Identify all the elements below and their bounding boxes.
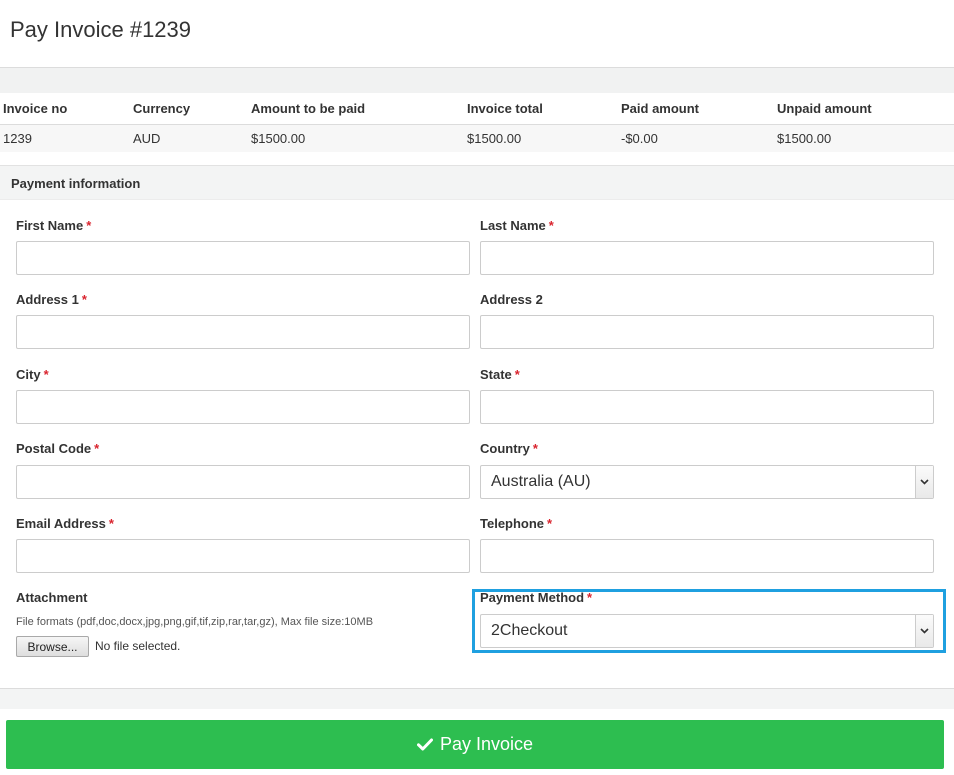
label-text: Address 2 [480,292,543,307]
browse-button[interactable]: Browse... [16,636,89,657]
required-marker: * [82,292,87,307]
country-label: Country* [480,441,538,456]
required-marker: * [515,367,520,382]
header-strip [0,68,954,93]
column-header: Currency [130,93,248,124]
column-header: Amount to be paid [248,93,464,124]
chevron-down-icon[interactable] [915,615,933,647]
label-text: Telephone [480,516,544,531]
pay-invoice-button[interactable]: Pay Invoice [6,720,944,769]
column-header: Invoice total [464,93,618,124]
city-input[interactable] [16,390,470,424]
file-status: No file selected. [95,639,180,653]
country-select[interactable]: Australia (AU) [480,465,934,499]
column-header: Paid amount [618,93,774,124]
table-cell: -$0.00 [618,124,774,152]
last-name-input[interactable] [480,241,934,275]
label-text: Last Name [480,218,546,233]
country-selected-value: Australia (AU) [491,473,591,491]
payment-section-header: Payment information [0,165,954,200]
payment-method-label: Payment Method* [480,590,592,605]
postal-code-input[interactable] [16,465,470,499]
table-row: 1239 AUD $1500.00 $1500.00 -$0.00 $1500.… [0,124,954,152]
table-cell: $1500.00 [464,124,618,152]
table-cell: $1500.00 [774,124,954,152]
required-marker: * [549,218,554,233]
required-marker: * [547,516,552,531]
email-input[interactable] [16,539,470,573]
label-text: Country [480,441,530,456]
required-marker: * [587,590,592,605]
invoice-summary-table: Invoice no Currency Amount to be paid In… [0,93,954,152]
column-header: Unpaid amount [774,93,954,124]
address2-input[interactable] [480,315,934,349]
last-name-label: Last Name* [480,218,554,233]
table-cell: AUD [130,124,248,152]
label-text: Address 1 [16,292,79,307]
attachment-label: Attachment [16,590,88,605]
column-header: Invoice no [0,93,130,124]
attachment-hint: File formats (pdf,doc,docx,jpg,png,gif,t… [16,616,373,628]
table-cell: 1239 [0,124,130,152]
table-cell: $1500.00 [248,124,464,152]
address1-label: Address 1* [16,292,87,307]
spacer [0,152,954,165]
address1-input[interactable] [16,315,470,349]
label-text: Attachment [16,590,88,605]
required-marker: * [533,441,538,456]
label-text: Email Address [16,516,106,531]
page-title: Pay Invoice #1239 [10,17,191,43]
telephone-input[interactable] [480,539,934,573]
section-title: Payment information [11,176,140,191]
footer-strip [0,689,954,709]
pay-invoice-label: Pay Invoice [440,734,533,755]
first-name-label: First Name* [16,218,91,233]
label-text: City [16,367,41,382]
required-marker: * [44,367,49,382]
telephone-label: Telephone* [480,516,552,531]
state-label: State* [480,367,520,382]
check-icon [417,738,433,751]
label-text: Payment Method [480,590,584,605]
email-label: Email Address* [16,516,114,531]
city-label: City* [16,367,49,382]
required-marker: * [109,516,114,531]
required-marker: * [86,218,91,233]
state-input[interactable] [480,390,934,424]
label-text: Postal Code [16,441,91,456]
first-name-input[interactable] [16,241,470,275]
postal-code-label: Postal Code* [16,441,99,456]
chevron-down-icon[interactable] [915,466,933,498]
label-text: State [480,367,512,382]
required-marker: * [94,441,99,456]
payment-method-select[interactable]: 2Checkout [480,614,934,648]
payment-method-selected-value: 2Checkout [491,622,568,640]
label-text: First Name [16,218,83,233]
table-header-row: Invoice no Currency Amount to be paid In… [0,93,954,124]
address2-label: Address 2 [480,292,543,307]
